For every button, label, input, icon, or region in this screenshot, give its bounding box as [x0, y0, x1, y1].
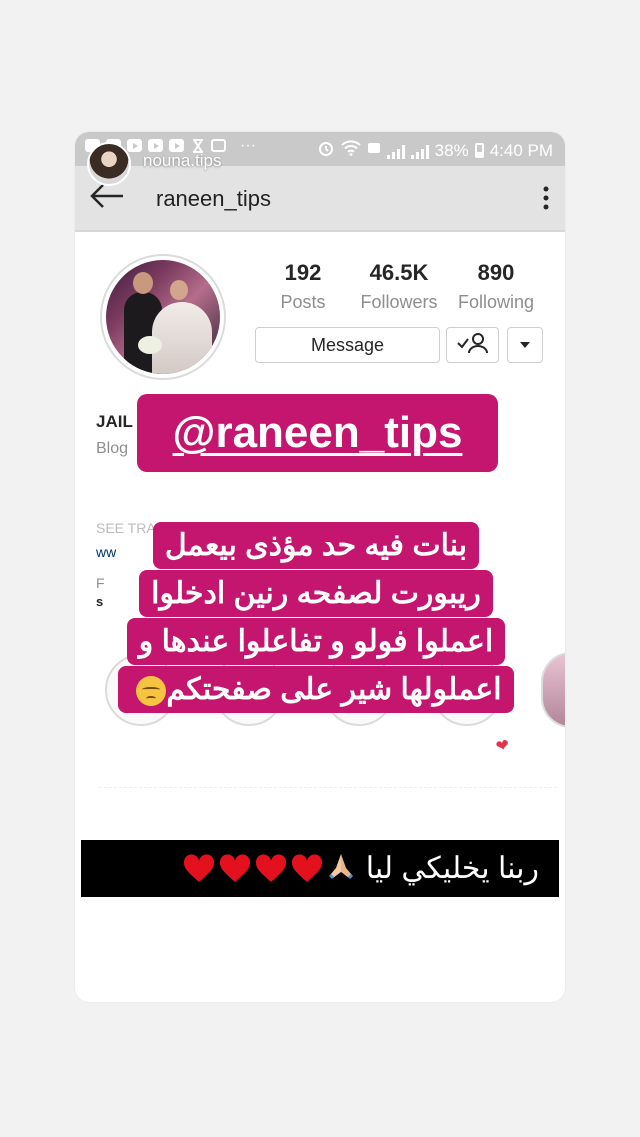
bio-name: JAIL	[96, 412, 133, 431]
header-username: raneen_tips	[156, 186, 271, 211]
overlay-line: بنات فيه حد مؤذى بيعمل	[152, 522, 480, 569]
followers-label: Followers	[360, 292, 438, 312]
caption-emojis	[182, 851, 356, 886]
red-heart-icon	[291, 853, 322, 882]
back-arrow-icon[interactable]	[89, 182, 125, 210]
following-check-icon	[456, 331, 490, 360]
wifi-icon	[340, 140, 361, 161]
heart-sticker-icon: ❤	[494, 736, 512, 757]
posts-label: Posts	[280, 292, 326, 312]
alarm-icon	[317, 139, 335, 162]
story-author[interactable]: nouna.tips	[87, 142, 221, 186]
caption-text: ربنا يخليكي ليا	[365, 852, 539, 885]
mention-text[interactable]: @raneen_tips	[173, 408, 463, 458]
battery-icon	[474, 143, 484, 158]
chat-bubble-icon	[367, 141, 381, 161]
overlay-line-last: اعملولها شير على صفحتكم	[118, 666, 514, 713]
followers-stat[interactable]: 46.5K Followers	[355, 260, 443, 313]
more-notifications-icon: ···	[240, 137, 256, 154]
divider	[99, 787, 557, 788]
overlay-line: اعملوا فولو و تفاعلوا عندها و	[126, 618, 506, 665]
following-stat[interactable]: 890 Following	[453, 260, 539, 313]
signal-icon	[386, 143, 405, 159]
signal-icon	[410, 143, 429, 159]
red-heart-icon	[219, 853, 250, 882]
following-button[interactable]	[446, 327, 499, 363]
message-button[interactable]: Message	[255, 327, 440, 363]
bio-category: Blog	[96, 440, 129, 457]
caret-down-icon	[519, 336, 531, 354]
arabic-text-overlay: بنات فيه حد مؤذى بيعمل ريبورت لصفحه رنين…	[86, 522, 546, 718]
red-heart-icon	[255, 853, 286, 882]
caption-strip: ربنا يخليكي ليا	[81, 840, 559, 897]
overlay-line: ريبورت لصفحه رنين ادخلوا	[139, 570, 493, 617]
suggested-dropdown-button[interactable]	[507, 327, 543, 363]
posts-count: 192	[284, 260, 322, 285]
story-username[interactable]: nouna.tips	[143, 151, 221, 171]
story-avatar[interactable]	[87, 142, 131, 186]
mention-sticker[interactable]: @raneen_tips	[137, 394, 498, 472]
praying-hands-icon	[326, 851, 356, 886]
profile-avatar[interactable]	[100, 254, 226, 380]
clock: 4:40 PM	[489, 140, 553, 160]
pensive-face-icon	[136, 676, 167, 707]
system-status: 38% 4:40 PM	[317, 139, 553, 162]
following-label: Following	[457, 292, 535, 312]
followers-count: 46.5K	[369, 260, 429, 285]
red-heart-icon	[183, 853, 214, 882]
following-count: 890	[477, 260, 515, 285]
profile-photo	[106, 260, 220, 374]
more-options-icon[interactable]	[541, 184, 551, 212]
posts-stat[interactable]: 192 Posts	[275, 260, 331, 313]
overlay-line: اعملولها شير على صفحتكم	[166, 673, 502, 706]
battery-percent: 38%	[434, 140, 469, 160]
